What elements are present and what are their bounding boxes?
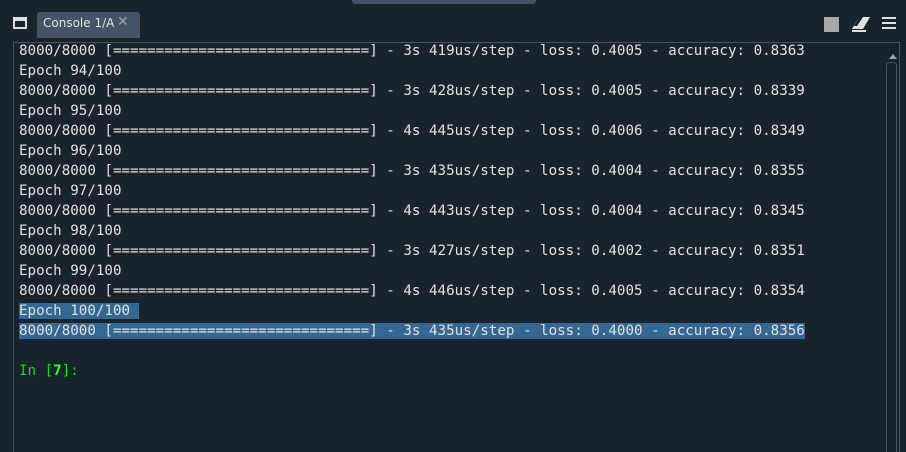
console-line-text: Epoch 96/100 (19, 143, 122, 159)
console-line: Epoch 95/100 (19, 101, 805, 121)
console-line: Epoch 96/100 (19, 141, 805, 161)
scroll-up-icon[interactable] (889, 54, 897, 59)
console-line: Epoch 99/100 (19, 261, 805, 281)
close-icon[interactable]: ✕ (117, 14, 129, 30)
scroll-track[interactable] (886, 62, 897, 452)
console-line: 8000/8000 [=============================… (19, 81, 805, 101)
console-line: Epoch 97/100 (19, 181, 805, 201)
console-line: Epoch 100/100 (19, 301, 805, 321)
console-line-text: 8000/8000 [=============================… (19, 283, 805, 299)
tab-label: Console 1/A (43, 16, 115, 30)
console-line: 8000/8000 [=============================… (19, 281, 805, 301)
console-line-text: Epoch 94/100 (19, 63, 122, 79)
console-line-text: Epoch 99/100 (19, 263, 122, 279)
vertical-scrollbar[interactable] (885, 48, 899, 452)
top-scrollbar-thumb[interactable] (352, 0, 536, 4)
options-menu-icon[interactable] (882, 17, 896, 31)
console-line-text: Epoch 97/100 (19, 183, 122, 199)
console-line-text: 8000/8000 [=============================… (19, 243, 805, 259)
console-line-text: Epoch 95/100 (19, 103, 122, 119)
prompt-prefix: In [ (19, 363, 54, 379)
console-line-text: 8000/8000 [=============================… (19, 323, 805, 339)
stop-icon[interactable] (824, 17, 839, 32)
console-line-text: Epoch 98/100 (19, 223, 122, 239)
console-line: Epoch 98/100 (19, 221, 805, 241)
prompt-suffix: ]: (61, 363, 79, 379)
console-line-text: 8000/8000 [=============================… (19, 163, 805, 179)
console-line-text: 8000/8000 [=============================… (19, 83, 805, 99)
pane-layout-icon[interactable] (13, 17, 27, 29)
tab-console[interactable]: Console 1/A ✕ (37, 12, 140, 38)
input-prompt[interactable]: In [7]: (19, 361, 79, 381)
console-line: 8000/8000 [=============================… (19, 41, 805, 61)
prompt-number: 7 (53, 363, 62, 379)
eraser-icon[interactable] (850, 15, 872, 33)
console-line-text: 8000/8000 [=============================… (19, 203, 805, 219)
console-line-text: 8000/8000 [=============================… (19, 123, 805, 139)
console-log: 8000/8000 [=============================… (19, 41, 805, 341)
console-line: 8000/8000 [=============================… (19, 161, 805, 181)
console-tabbar: Console 1/A ✕ (0, 6, 906, 40)
console-line: 8000/8000 [=============================… (19, 121, 805, 141)
console-line: 8000/8000 [=============================… (19, 241, 805, 261)
console-line-text: Epoch 100/100 (19, 303, 139, 319)
console-line: 8000/8000 [=============================… (19, 201, 805, 221)
console-line: 8000/8000 [=============================… (19, 321, 805, 341)
console-line-text: 8000/8000 [=============================… (19, 43, 805, 59)
console-line: Epoch 94/100 (19, 61, 805, 81)
